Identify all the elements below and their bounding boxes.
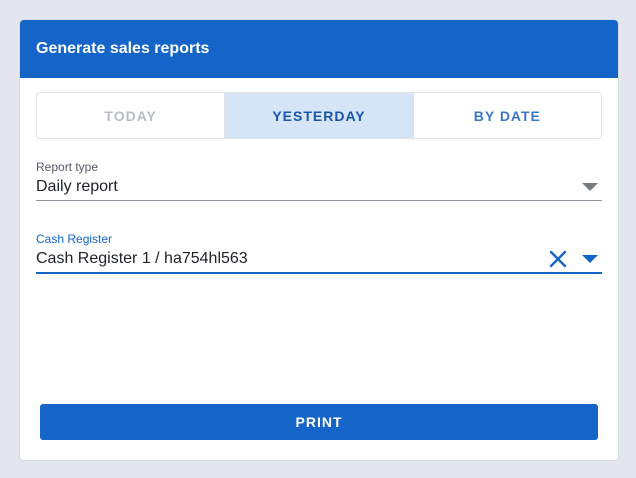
report-type-label: Report type: [36, 160, 99, 174]
close-icon[interactable]: [548, 249, 568, 269]
date-range-toggle: TODAY YESTERDAY BY DATE: [36, 92, 602, 139]
report-type-select[interactable]: Report type Daily report: [36, 160, 602, 201]
tab-yesterday[interactable]: YESTERDAY: [225, 93, 414, 138]
card-header: Generate sales reports: [20, 20, 618, 78]
page-title: Generate sales reports: [36, 40, 210, 57]
tab-by-date[interactable]: BY DATE: [414, 93, 601, 138]
report-type-value: Daily report: [36, 178, 118, 195]
report-type-underline: [36, 200, 602, 201]
cash-register-underline: [36, 272, 602, 274]
report-card: Generate sales reports TODAY YESTERDAY B…: [20, 20, 618, 460]
chevron-down-icon[interactable]: [582, 255, 598, 263]
cash-register-value: Cash Register 1 / ha754hl563: [36, 250, 248, 267]
cash-register-label: Cash Register: [36, 232, 113, 246]
cash-register-select[interactable]: Cash Register Cash Register 1 / ha754hl5…: [36, 232, 602, 274]
print-button[interactable]: PRINT: [40, 404, 598, 440]
cash-register-row[interactable]: Cash Register 1 / ha754hl563: [36, 246, 602, 272]
tab-today: TODAY: [37, 93, 226, 138]
report-type-row[interactable]: Daily report: [36, 174, 602, 200]
chevron-down-icon[interactable]: [582, 183, 598, 191]
